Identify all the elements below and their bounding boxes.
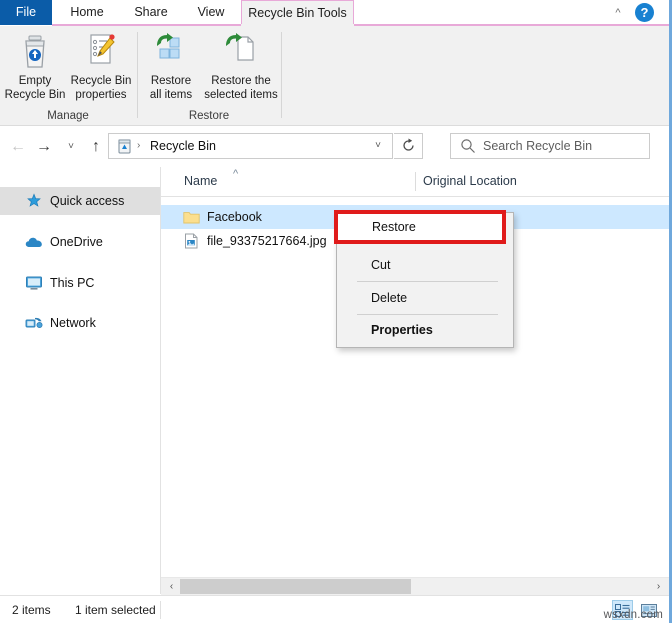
column-header-row: ^ Name Original Location — [161, 167, 669, 197]
search-input[interactable]: Search Recycle Bin — [483, 134, 592, 158]
status-item-count: 2 items — [12, 603, 51, 617]
cloud-icon — [22, 235, 46, 249]
refresh-icon[interactable] — [394, 133, 423, 159]
context-menu-item-properties[interactable]: Properties — [337, 315, 513, 345]
ribbon-group-label-manage: Manage — [47, 110, 89, 122]
tab-file[interactable]: File — [0, 0, 52, 25]
recycle-bin-properties-label: Recycle Bin properties — [68, 75, 134, 102]
watermark: wsxdn.com — [603, 609, 663, 621]
horizontal-scrollbar[interactable]: ‹ › — [161, 577, 669, 595]
file-explorer-window: File Home Share View Recycle Bin Tools ^… — [0, 0, 672, 624]
arrow-right-icon[interactable]: → — [32, 135, 56, 159]
arrow-left-icon[interactable]: ← — [6, 135, 30, 159]
context-menu-item-restore-label[interactable]: Restore — [372, 218, 416, 236]
chevron-up-icon[interactable]: ^ — [609, 4, 627, 22]
image-file-icon — [181, 233, 201, 249]
ribbon-group-separator-2 — [281, 32, 282, 118]
status-selection-count: 1 item selected — [75, 603, 156, 617]
ribbon: Empty Recycle Bin Recycle Bin properties… — [0, 26, 669, 126]
tab-share[interactable]: Share — [122, 0, 180, 25]
sidebar-item-label: Quick access — [50, 194, 125, 208]
status-bar: 2 items 1 item selected — [0, 595, 669, 624]
svg-text:?: ? — [641, 5, 649, 20]
recycle-bin-properties-icon — [68, 30, 134, 72]
ribbon-tab-strip: File Home Share View Recycle Bin Tools — [0, 0, 669, 25]
context-menu-item-cut[interactable]: Cut — [337, 250, 513, 280]
restore-all-items-icon — [142, 30, 200, 72]
label-line-1: Restore — [150, 75, 192, 87]
ribbon-group-label-restore: Restore — [188, 110, 230, 122]
label-line-2: Recycle Bin — [4, 88, 66, 101]
chevron-down-icon[interactable]: ˅ — [59, 135, 83, 159]
recycle-bin-icon — [116, 138, 133, 155]
ribbon-group-manage: Empty Recycle Bin Recycle Bin properties… — [0, 26, 136, 125]
monitor-icon — [22, 275, 46, 291]
restore-selected-items-label: Restore the selected items — [202, 75, 280, 102]
sidebar-item-onedrive[interactable]: OneDrive — [0, 228, 160, 256]
ribbon-group-restore: Restore all items Restore the selected i… — [138, 26, 280, 125]
status-divider — [160, 601, 161, 619]
sidebar-item-label: This PC — [50, 276, 95, 290]
chevron-down-icon[interactable]: ˅ — [365, 135, 391, 157]
file-name: file_93375217664.jpg — [207, 234, 327, 248]
navigation-pane: Quick access OneDrive This PC Network — [0, 167, 161, 594]
context-menu-divider — [357, 281, 498, 282]
restore-selected-items-button[interactable]: Restore the selected items — [202, 30, 280, 102]
restore-selected-items-icon — [202, 30, 280, 72]
help-icon[interactable]: ? — [635, 3, 654, 22]
tab-view[interactable]: View — [184, 0, 238, 25]
address-bar[interactable]: › Recycle Bin ˅ — [108, 133, 393, 159]
label-line-1: Restore the — [211, 75, 271, 87]
column-header-name[interactable]: Name — [184, 167, 217, 196]
arrow-up-icon[interactable]: ↑ — [84, 135, 108, 159]
scrollbar-thumb[interactable] — [180, 579, 411, 594]
tab-home[interactable]: Home — [56, 0, 118, 25]
folder-icon — [181, 210, 201, 225]
empty-recycle-bin-button[interactable]: Empty Recycle Bin — [4, 30, 66, 102]
label-line-1: Empty — [18, 75, 52, 87]
sidebar-item-this-pc[interactable]: This PC — [0, 269, 160, 297]
search-box[interactable]: Search Recycle Bin — [450, 133, 650, 159]
sidebar-item-network[interactable]: Network — [0, 309, 160, 337]
label-line-2: properties — [75, 88, 127, 101]
scroll-left-arrow-icon[interactable]: ‹ — [163, 578, 180, 595]
scroll-right-arrow-icon[interactable]: › — [650, 578, 667, 595]
sidebar-item-label: Network — [50, 316, 96, 330]
file-name: Facebook — [207, 210, 262, 224]
sidebar-item-label: OneDrive — [50, 235, 103, 249]
label-line-2: selected items — [204, 88, 278, 101]
search-icon — [460, 138, 476, 154]
address-bar-row: ← → ˅ ↑ › Recycle Bin ˅ Search Recycle B… — [0, 126, 669, 167]
breadcrumb-path[interactable]: Recycle Bin — [150, 134, 216, 158]
restore-all-items-button[interactable]: Restore all items — [142, 30, 200, 102]
column-header-original-location[interactable]: Original Location — [423, 167, 517, 196]
chevron-up-icon: ^ — [233, 168, 239, 180]
column-divider[interactable] — [415, 172, 416, 191]
titlebar-actions: ^ ? — [599, 0, 665, 25]
restore-all-items-label: Restore all items — [142, 75, 200, 102]
tab-recycle-bin-tools[interactable]: Recycle Bin Tools — [241, 0, 354, 25]
context-menu-item-delete[interactable]: Delete — [337, 283, 513, 313]
breadcrumb-separator: › — [137, 140, 141, 151]
recycle-bin-properties-button[interactable]: Recycle Bin properties — [68, 30, 134, 102]
empty-recycle-bin-icon — [4, 30, 66, 72]
network-icon — [22, 315, 46, 331]
restore-highlight-box — [334, 210, 506, 244]
label-line-2: all items — [149, 88, 193, 101]
label-line-1: Recycle Bin — [70, 75, 132, 87]
sidebar-item-quick-access[interactable]: Quick access — [0, 187, 160, 215]
empty-recycle-bin-label: Empty Recycle Bin — [4, 75, 66, 102]
star-pin-icon — [22, 193, 46, 209]
